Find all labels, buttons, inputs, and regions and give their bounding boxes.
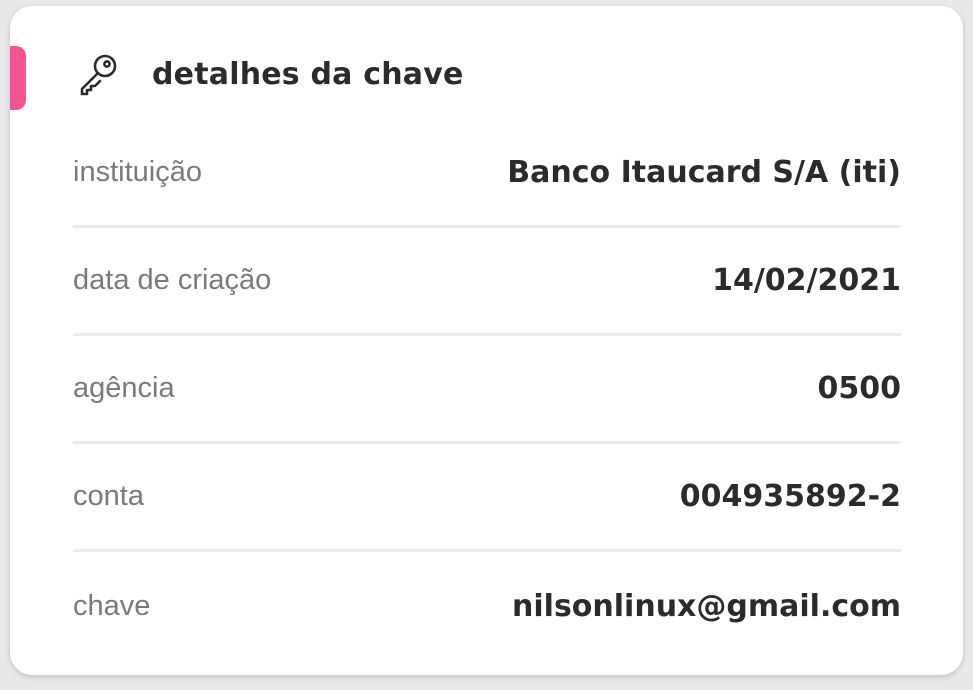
detail-label: chave (73, 589, 151, 622)
detail-label: conta (73, 480, 144, 512)
detail-label: data de criação (73, 264, 272, 296)
detail-row-conta: conta 004935892-2 (73, 444, 901, 552)
detail-row-instituicao: instituição Banco Itaucard S/A (iti) (73, 120, 901, 228)
key-details-card: detalhes da chave instituição Banco Itau… (10, 6, 963, 675)
detail-label: instituição (73, 156, 202, 188)
key-icon (74, 50, 122, 98)
detail-label: agência (73, 372, 175, 404)
detail-value: 14/02/2021 (712, 263, 901, 298)
card-title: detalhes da chave (152, 56, 464, 92)
card-header: detalhes da chave (74, 50, 464, 98)
details-list: instituição Banco Itaucard S/A (iti) dat… (73, 120, 901, 660)
detail-row-agencia: agência 0500 (73, 336, 901, 444)
detail-row-chave: chave nilsonlinux@gmail.com (73, 552, 901, 660)
detail-value: 0500 (817, 371, 902, 406)
detail-value: Banco Itaucard S/A (iti) (507, 155, 901, 190)
detail-row-data-criacao: data de criação 14/02/2021 (73, 228, 901, 336)
accent-tab (10, 46, 26, 110)
detail-value[interactable]: nilsonlinux@gmail.com (512, 589, 901, 624)
detail-value: 004935892-2 (679, 479, 901, 514)
